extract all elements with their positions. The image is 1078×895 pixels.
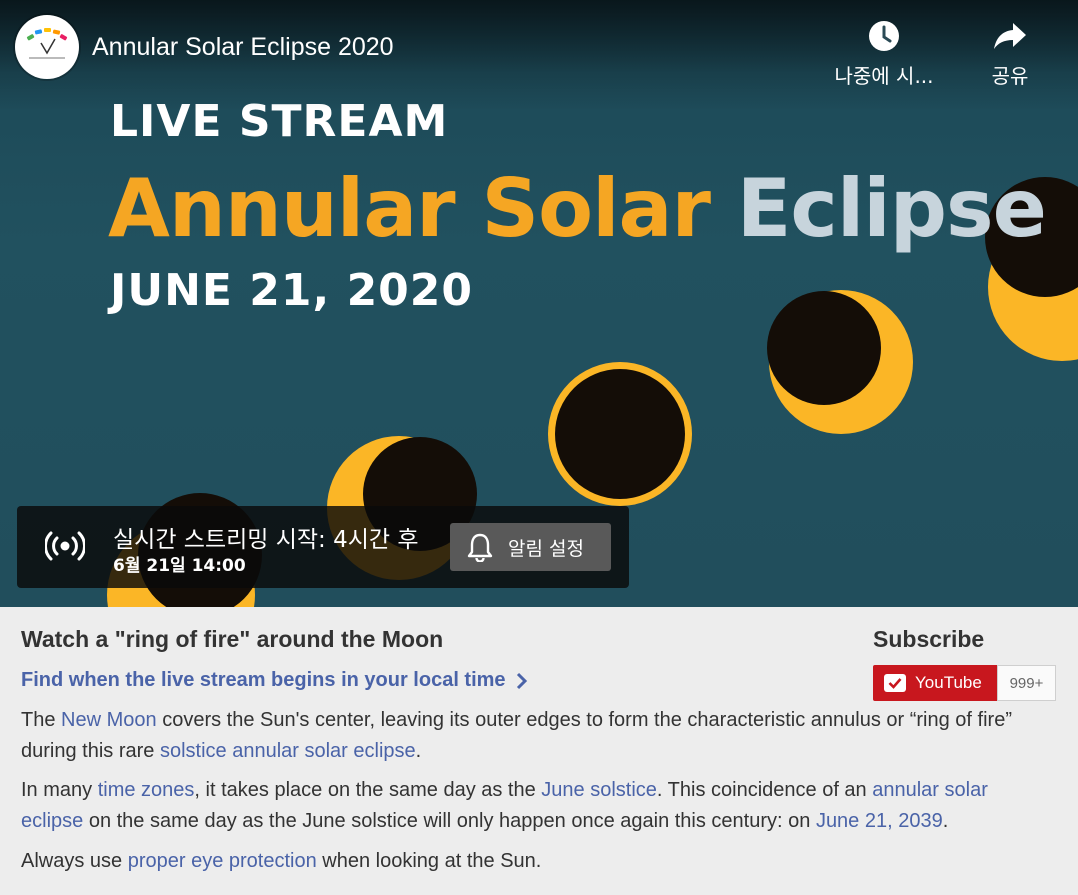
live-start-datetime: 6월 21일 14:00 — [113, 556, 246, 576]
subscribe-heading: Subscribe — [873, 626, 985, 652]
time-zones-link[interactable]: time zones — [98, 779, 195, 801]
set-reminder-label: 알림 설정 — [508, 537, 584, 560]
youtube-logo-icon — [884, 674, 906, 692]
live-start-status: 실시간 스트리밍 시작: 4시간 후 — [113, 527, 419, 553]
bell-icon — [466, 532, 494, 562]
chevron-right-icon — [516, 672, 528, 690]
text: , it takes place on the same day as the — [194, 779, 542, 801]
share-button[interactable]: 공유 — [950, 18, 1070, 89]
thumbnail-title-part2: Eclipse — [736, 162, 1047, 255]
info-heading: Watch a "ring of fire" around the Moon — [21, 626, 444, 652]
text: on the same day as the June solstice wil… — [83, 810, 816, 832]
thumbnail-title-part1: Annular Solar — [108, 162, 711, 255]
set-reminder-button[interactable]: 알림 설정 — [450, 523, 611, 571]
text: In many — [21, 779, 98, 801]
youtube-subscribe-button[interactable]: YouTube — [873, 665, 997, 701]
new-moon-link[interactable]: New Moon — [61, 709, 157, 731]
channel-avatar[interactable] — [15, 15, 79, 79]
text: . This coincidence of an — [656, 779, 873, 801]
live-stream-banner: 실시간 스트리밍 시작: 4시간 후 6월 21일 14:00 알림 설정 — [17, 506, 629, 588]
description-paragraph-3: Always use proper eye protection when lo… — [21, 846, 1051, 877]
video-player[interactable]: LIVE STREAM Annular Solar Eclipse JUNE 2… — [0, 0, 1078, 607]
watch-later-button[interactable]: 나중에 시... — [824, 18, 944, 89]
thumbnail-date: JUNE 21, 2020 — [110, 265, 474, 316]
solstice-annular-eclipse-link[interactable]: solstice annular solar eclipse — [160, 740, 416, 762]
june-solstice-link[interactable]: June solstice — [541, 779, 657, 801]
description-paragraph-1: The New Moon covers the Sun's center, le… — [21, 705, 1051, 767]
live-broadcast-icon — [44, 528, 86, 569]
text: . — [415, 740, 422, 762]
eye-protection-link[interactable]: proper eye protection — [128, 850, 317, 872]
text: when looking at the Sun. — [316, 850, 542, 872]
share-arrow-icon — [994, 23, 1026, 49]
subscriber-count: 999+ — [997, 665, 1056, 701]
eclipse-annular-moon — [555, 369, 685, 499]
local-time-link[interactable]: Find when the live stream begins in your… — [21, 669, 528, 692]
eclipse-phase-2-moon — [767, 291, 881, 405]
local-time-link-label: Find when the live stream begins in your… — [21, 669, 506, 691]
clock-icon — [869, 21, 899, 51]
youtube-button-label: YouTube — [915, 673, 982, 692]
timeanddate-logo-icon — [26, 28, 68, 59]
video-title[interactable]: Annular Solar Eclipse 2020 — [92, 33, 394, 62]
thumbnail-title: Annular Solar Eclipse — [108, 162, 1047, 255]
text: Always use — [21, 850, 128, 872]
june-21-2039-link[interactable]: June 21, 2039 — [816, 810, 943, 832]
share-label: 공유 — [991, 64, 1029, 88]
text: . — [942, 810, 949, 832]
info-section: Watch a "ring of fire" around the Moon F… — [0, 607, 1078, 895]
watch-later-label: 나중에 시... — [834, 64, 934, 88]
text: The — [21, 709, 62, 731]
description-paragraph-2: In many time zones, it takes place on th… — [21, 775, 1051, 837]
